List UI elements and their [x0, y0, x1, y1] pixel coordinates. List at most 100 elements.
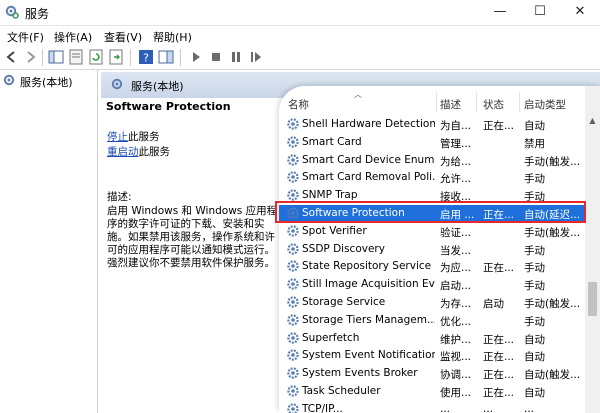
service-description: 协调... — [440, 369, 472, 382]
service-gear-icon — [287, 153, 299, 166]
service-startup-type: 手动 — [524, 244, 545, 257]
table-row[interactable]: Still Image Acquisition Ev... 启动... 手动 — [279, 276, 584, 293]
close-button[interactable]: ✕ — [560, 0, 600, 25]
toolbar-divider — [180, 49, 181, 66]
service-gear-icon — [287, 331, 299, 344]
service-startup-type: 手动 — [524, 173, 545, 186]
table-row[interactable]: Smart Card 管理... 禁用 — [279, 134, 584, 151]
restart-service-link[interactable]: 重启动 — [107, 146, 139, 158]
table-row[interactable]: State Repository Service 为应... 正在... 手动 — [279, 258, 584, 275]
table-row[interactable]: System Events Broker 协调... 正在... 自动(触发... — [279, 365, 584, 382]
description-line: 序的数字许可证的下载、安装和实 — [107, 218, 265, 230]
forward-arrow-icon[interactable] — [22, 49, 38, 65]
service-gear-icon — [287, 367, 299, 379]
service-startup-type: 手动 — [524, 280, 545, 293]
window-title: 服务 — [25, 7, 50, 21]
stop-service-suffix: 此服务 — [128, 131, 160, 143]
service-gear-icon — [287, 349, 299, 362]
service-description: 优化... — [440, 315, 472, 328]
table-row[interactable]: Shell Hardware Detection 为自... 正在... 自动 — [279, 116, 584, 133]
service-name: SSDP Discovery — [302, 242, 385, 255]
restart-service-action: 重启动此服务 — [107, 146, 170, 159]
column-divider — [476, 92, 477, 112]
maximize-button[interactable]: ☐ — [520, 0, 560, 25]
menu-action[interactable]: 操作(A) — [54, 29, 92, 45]
table-row[interactable]: Storage Service 为存... 启动 手动(触发... — [279, 294, 584, 311]
sort-ascending-icon: ︿ — [354, 90, 362, 99]
service-gear-icon — [287, 314, 299, 326]
selection-highlight-box — [275, 201, 586, 223]
service-startup-type: 手动(触发... — [524, 226, 581, 239]
selected-service-title: Software Protection — [106, 100, 231, 113]
service-startup-type: ... — [524, 402, 535, 413]
table-row[interactable]: Smart Card Removal Poli... 允许... 手动 — [279, 169, 584, 186]
scrollbar-thumb[interactable] — [588, 282, 597, 316]
stop-service-icon[interactable] — [208, 49, 224, 65]
column-header-description[interactable]: 描述 — [440, 97, 461, 112]
table-row[interactable]: Storage Tiers Managem... 优化... 手动 — [279, 312, 584, 329]
table-row[interactable]: SSDP Discovery 当发... 手动 — [279, 241, 584, 258]
table-row[interactable]: Task Scheduler 使用... 正在... 自动 — [279, 383, 584, 400]
restart-service-icon[interactable] — [248, 49, 264, 65]
tree-item-label: 服务(本地) — [20, 76, 73, 89]
column-divider — [519, 92, 520, 112]
service-name: State Repository Service — [302, 260, 432, 273]
description-line: 可的应用程序可能以通知模式运行。 — [107, 244, 275, 256]
vertical-scrollbar[interactable]: ▲ — [585, 86, 600, 413]
service-status: 正在... — [483, 262, 515, 275]
export-list-icon[interactable] — [108, 49, 124, 65]
minimize-button[interactable]: — — [480, 0, 520, 25]
refresh-icon[interactable] — [88, 49, 104, 65]
menu-view[interactable]: 查看(V) — [104, 29, 142, 45]
show-hide-pane-icon[interactable] — [158, 49, 174, 65]
service-gear-icon — [287, 403, 299, 413]
service-name: Still Image Acquisition Ev... — [302, 278, 435, 291]
service-description: ... — [440, 402, 451, 413]
service-name: Storage Tiers Managem... — [302, 313, 435, 326]
scroll-up-arrow-icon[interactable]: ▲ — [585, 114, 600, 128]
tree-item-services-local[interactable]: 服务(本地) — [3, 73, 73, 89]
toolbar: ? — [0, 46, 600, 70]
console-tree: 服务(本地) — [0, 70, 98, 413]
service-gear-icon — [287, 225, 299, 237]
start-service-icon[interactable] — [188, 49, 204, 65]
menu-help[interactable]: 帮助(H) — [153, 29, 192, 45]
service-gear-icon — [287, 296, 299, 308]
column-header-startup-type[interactable]: 启动类型 — [524, 97, 566, 112]
stop-service-link[interactable]: 停止 — [107, 131, 128, 143]
service-name: System Event Notification... — [302, 349, 435, 362]
pause-service-icon[interactable] — [228, 49, 244, 65]
service-startup-type: 禁用 — [524, 137, 545, 150]
service-startup-type: 手动 — [524, 262, 545, 275]
table-row[interactable]: Spot Verifier 验证... 手动(触发... — [279, 223, 584, 240]
service-description: 当发... — [440, 244, 472, 257]
service-status: 正在... — [483, 120, 515, 132]
service-status: ... — [483, 402, 494, 413]
table-row[interactable]: System Event Notification... 监视... 正在... 自动 — [279, 347, 584, 364]
service-description: 为应... — [440, 262, 472, 275]
service-name: Shell Hardware Detection — [302, 118, 435, 130]
description-label: 描述: — [107, 191, 132, 203]
svg-text:?: ? — [143, 52, 149, 65]
service-name: Smart Card Device Enum... — [302, 153, 435, 166]
restart-service-suffix: 此服务 — [138, 146, 171, 158]
service-gear-icon — [287, 278, 299, 290]
service-startup-type: 自动 — [524, 351, 545, 364]
table-row[interactable]: Smart Card Device Enum... 为给... 手动(触发... — [279, 152, 584, 169]
properties-sheet-icon[interactable] — [68, 49, 84, 65]
console-tree-icon[interactable] — [48, 49, 64, 65]
table-row[interactable]: TCP/IP............ — [279, 401, 584, 413]
column-header-name[interactable]: 名称 — [288, 97, 309, 112]
services-list: ︿ 名称 描述 状态 启动类型 Shell Hardware Detection… — [279, 86, 600, 413]
menu-file[interactable]: 文件(F) — [7, 29, 44, 45]
toolbar-divider — [130, 49, 131, 66]
service-startup-type: 自动 — [524, 120, 545, 132]
service-startup-type: 手动 — [524, 315, 545, 328]
help-icon[interactable]: ? — [138, 49, 154, 65]
back-arrow-icon[interactable] — [4, 49, 20, 65]
column-header-status[interactable]: 状态 — [483, 97, 504, 112]
table-row[interactable]: Superfetch 维护... 正在... 自动 — [279, 330, 584, 347]
service-name: Superfetch — [302, 331, 360, 344]
service-gear-icon — [287, 171, 299, 184]
service-name: Spot Verifier — [302, 224, 367, 237]
